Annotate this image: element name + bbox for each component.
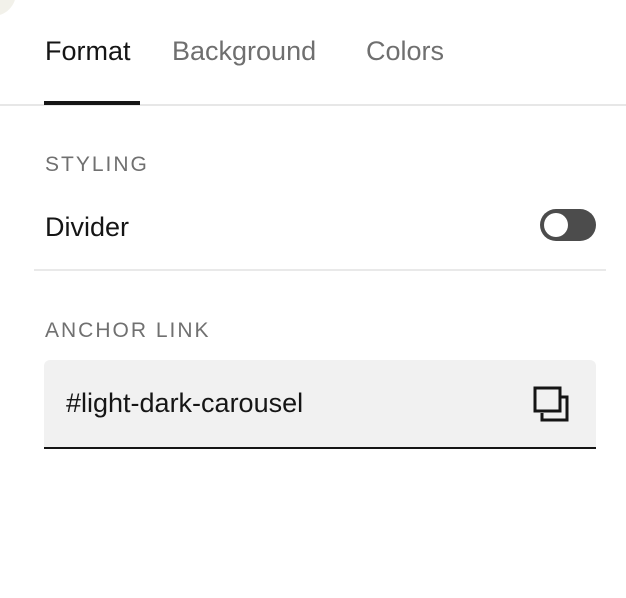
active-tab-indicator xyxy=(44,101,140,105)
anchor-link-section-label: ANCHOR LINK xyxy=(45,319,211,342)
section-separator xyxy=(34,269,606,271)
tab-format[interactable]: Format xyxy=(45,35,131,67)
divider-setting-label: Divider xyxy=(45,212,130,242)
copy-button[interactable] xyxy=(530,384,574,424)
tab-background[interactable]: Background xyxy=(172,35,316,67)
divider-toggle[interactable] xyxy=(540,209,596,241)
tab-colors[interactable]: Colors xyxy=(366,35,444,67)
format-panel: Format Background Colors STYLING Divider… xyxy=(0,0,626,598)
copy-icon xyxy=(533,386,569,422)
toggle-knob xyxy=(544,213,568,237)
anchor-link-value[interactable]: #light-dark-carousel xyxy=(66,387,303,419)
anchor-link-field[interactable]: #light-dark-carousel xyxy=(44,360,596,449)
panel-tabs: Format Background Colors xyxy=(0,0,626,106)
styling-section-label: STYLING xyxy=(45,153,149,176)
